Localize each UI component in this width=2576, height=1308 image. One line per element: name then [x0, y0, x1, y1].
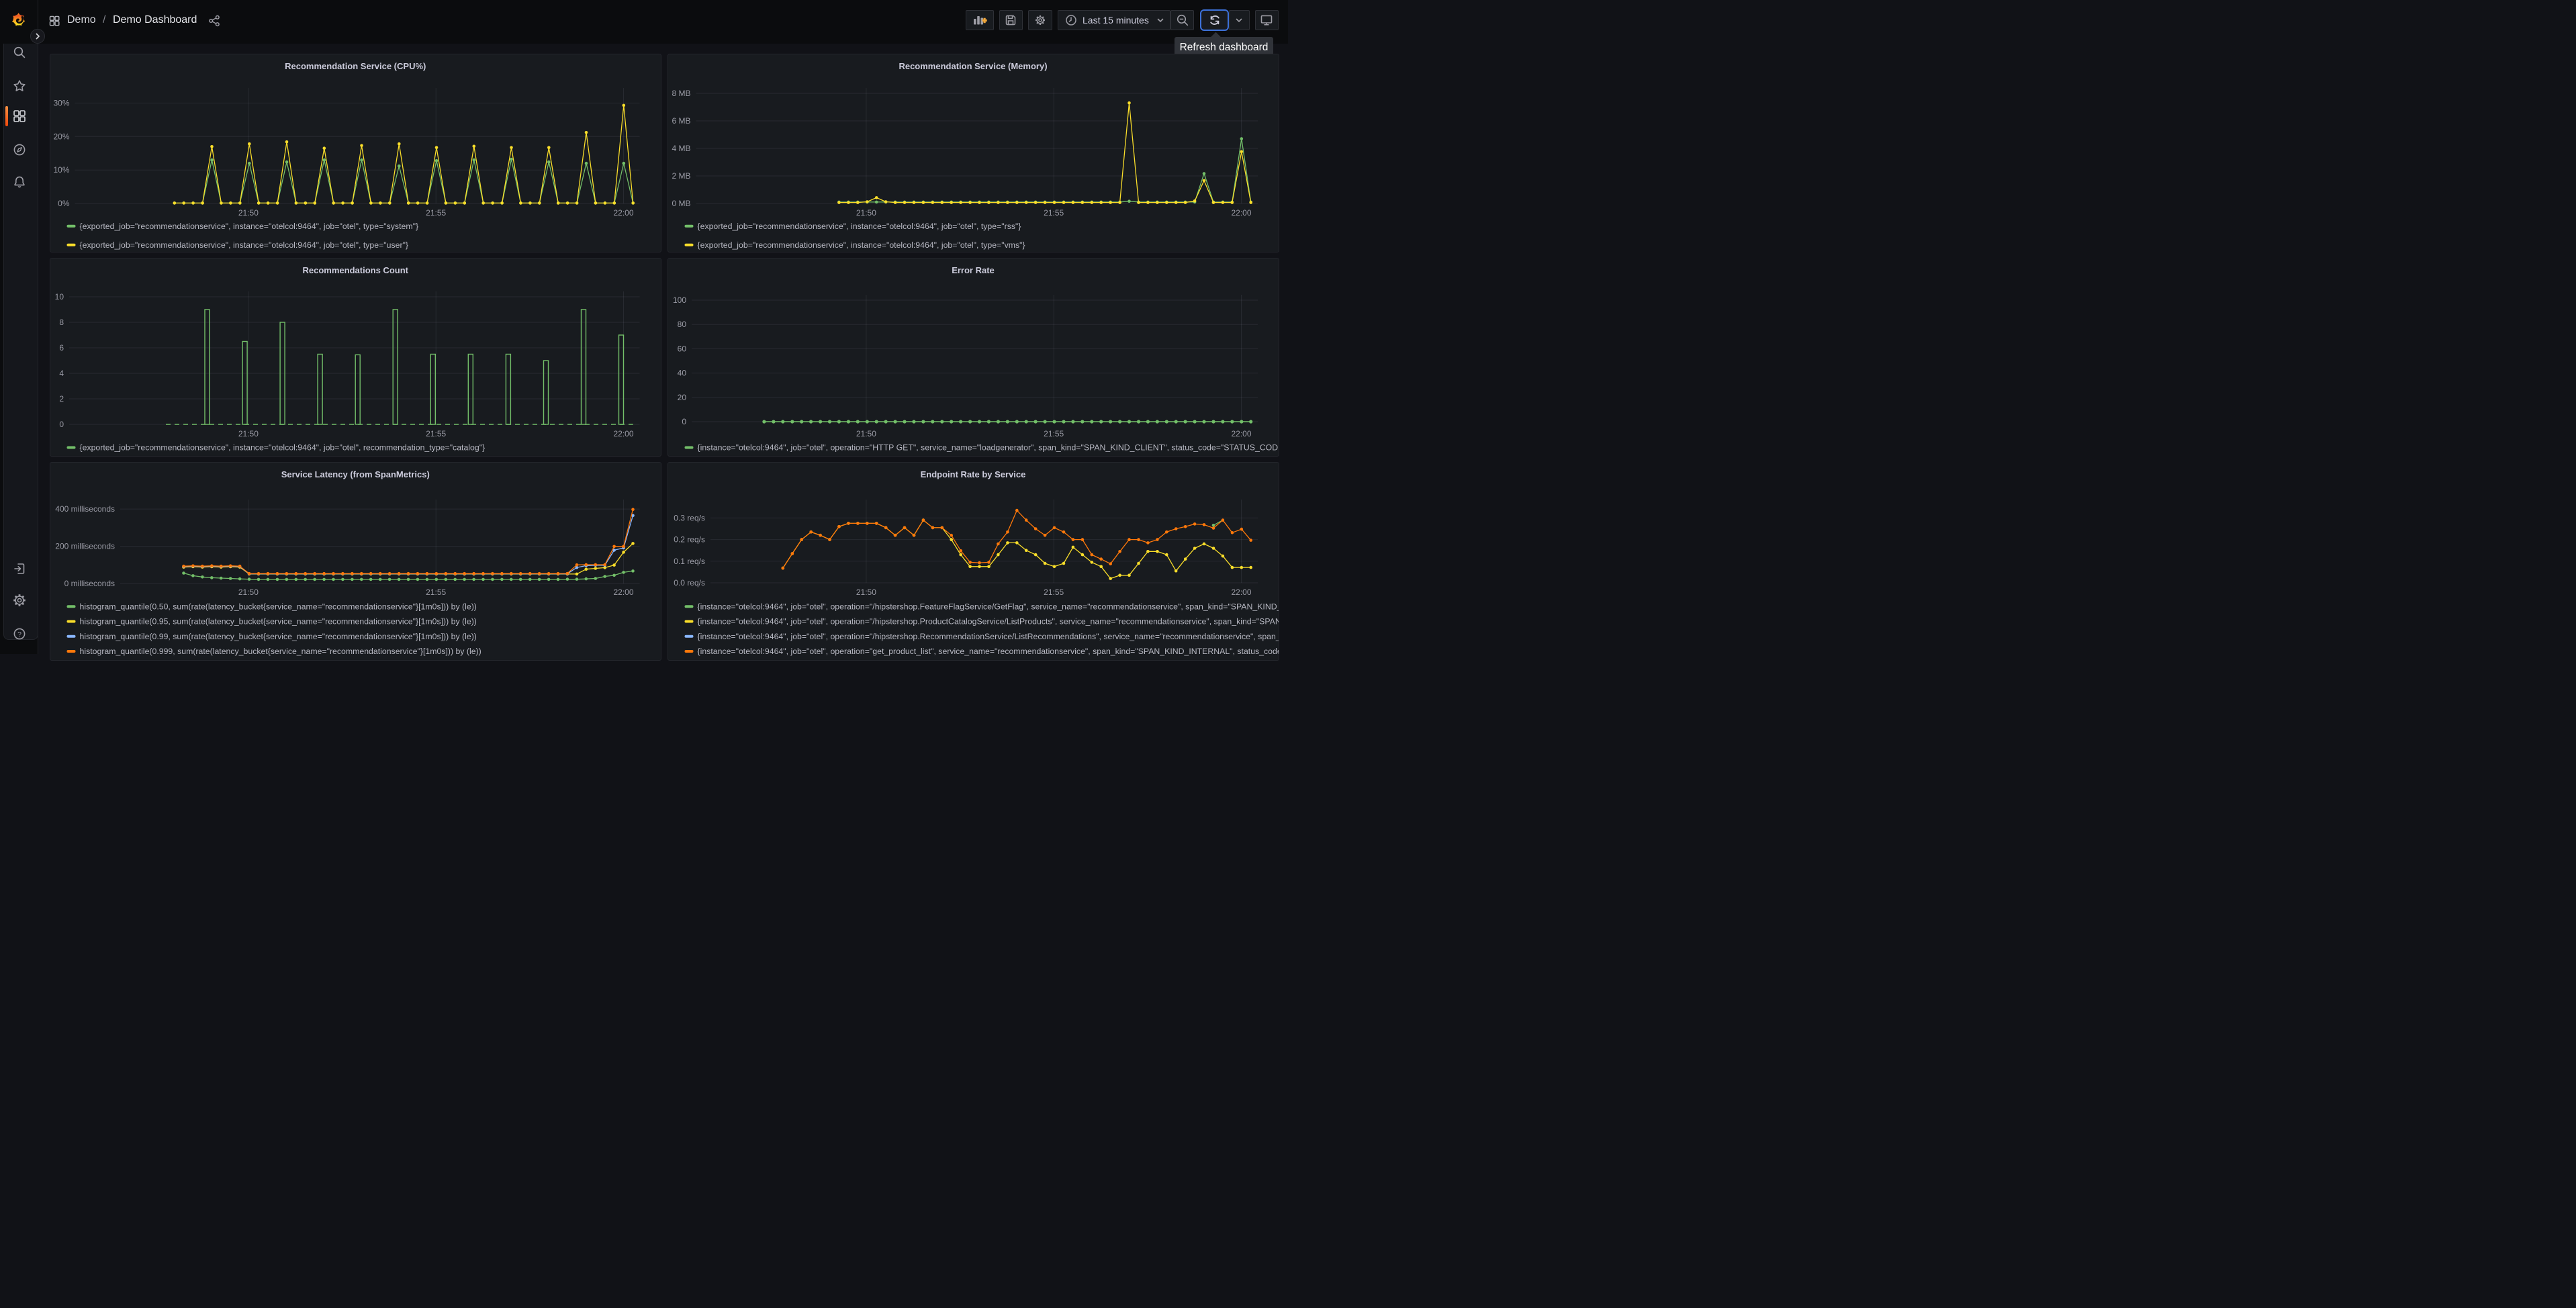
svg-text:{instance="otelcol:9464", job=: {instance="otelcol:9464", job="otel", op… [697, 632, 1279, 641]
svg-text:21:55: 21:55 [1044, 588, 1064, 597]
svg-text:8 MB: 8 MB [672, 89, 690, 98]
svg-text:30%: 30% [53, 99, 69, 108]
svg-text:histogram_quantile(0.50, sum(r: histogram_quantile(0.50, sum(rate(latenc… [80, 602, 477, 611]
svg-text:20: 20 [677, 393, 686, 402]
svg-text:6: 6 [59, 343, 64, 353]
svg-text:4 MB: 4 MB [672, 144, 690, 153]
svg-text:2: 2 [59, 394, 64, 404]
svg-text:0%: 0% [58, 199, 70, 208]
svg-text:6 MB: 6 MB [672, 116, 690, 126]
svg-text:22:00: 22:00 [1231, 429, 1251, 438]
svg-text:21:50: 21:50 [856, 208, 876, 218]
svg-text:21:55: 21:55 [1044, 429, 1064, 438]
svg-text:{exported_job="recommendations: {exported_job="recommendationservice", i… [80, 443, 486, 453]
svg-text:21:50: 21:50 [856, 588, 876, 597]
svg-text:{instance="otelcol:9464", job=: {instance="otelcol:9464", job="otel", op… [697, 443, 1279, 453]
svg-text:22:00: 22:00 [1231, 208, 1251, 218]
svg-text:21:55: 21:55 [426, 588, 446, 597]
svg-text:21:55: 21:55 [426, 429, 446, 438]
svg-text:{instance="otelcol:9464", job=: {instance="otelcol:9464", job="otel", op… [697, 647, 1279, 656]
svg-text:0 milliseconds: 0 milliseconds [64, 579, 115, 588]
svg-text:21:55: 21:55 [426, 208, 446, 218]
svg-text:0.0 req/s: 0.0 req/s [674, 578, 705, 588]
svg-text:0.1 req/s: 0.1 req/s [674, 557, 705, 566]
svg-text:4: 4 [59, 369, 64, 378]
svg-text:22:00: 22:00 [613, 208, 633, 218]
svg-text:0 MB: 0 MB [672, 199, 690, 208]
svg-text:?: ? [17, 630, 21, 639]
svg-text:2 MB: 2 MB [672, 171, 690, 181]
svg-text:{exported_job="recommendations: {exported_job="recommendationservice", i… [697, 222, 1021, 231]
svg-text:10%: 10% [53, 165, 69, 175]
svg-text:histogram_quantile(0.95, sum(r: histogram_quantile(0.95, sum(rate(latenc… [80, 617, 477, 626]
svg-text:0: 0 [682, 417, 686, 426]
svg-text:22:00: 22:00 [1231, 588, 1251, 597]
svg-text:0: 0 [59, 420, 64, 429]
svg-text:21:50: 21:50 [238, 208, 259, 218]
svg-text:20%: 20% [53, 132, 69, 141]
svg-text:{exported_job="recommendations: {exported_job="recommendationservice", i… [80, 222, 419, 231]
svg-text:40: 40 [677, 369, 686, 378]
svg-text:histogram_quantile(0.999, sum(: histogram_quantile(0.999, sum(rate(laten… [80, 647, 481, 656]
svg-text:0.3 req/s: 0.3 req/s [674, 513, 705, 522]
svg-text:21:55: 21:55 [1044, 208, 1064, 218]
svg-text:21:50: 21:50 [238, 588, 259, 597]
svg-text:100: 100 [672, 295, 686, 305]
svg-text:{instance="otelcol:9464", job=: {instance="otelcol:9464", job="otel", op… [697, 617, 1279, 626]
svg-text:histogram_quantile(0.99, sum(r: histogram_quantile(0.99, sum(rate(latenc… [80, 632, 477, 641]
svg-text:21:50: 21:50 [856, 429, 876, 438]
svg-text:21:50: 21:50 [238, 429, 259, 438]
svg-text:10: 10 [55, 292, 64, 301]
svg-text:400 milliseconds: 400 milliseconds [55, 504, 115, 514]
svg-text:8: 8 [59, 318, 64, 327]
svg-text:22:00: 22:00 [613, 588, 633, 597]
svg-text:80: 80 [677, 320, 686, 329]
svg-text:{exported_job="recommendations: {exported_job="recommendationservice", i… [697, 240, 1025, 250]
svg-text:0.2 req/s: 0.2 req/s [674, 535, 705, 545]
svg-text:60: 60 [677, 344, 686, 353]
svg-text:{exported_job="recommendations: {exported_job="recommendationservice", i… [80, 240, 409, 250]
svg-text:{instance="otelcol:9464", job=: {instance="otelcol:9464", job="otel", op… [697, 602, 1279, 611]
svg-text:200 milliseconds: 200 milliseconds [55, 542, 115, 551]
svg-text:22:00: 22:00 [613, 429, 633, 438]
